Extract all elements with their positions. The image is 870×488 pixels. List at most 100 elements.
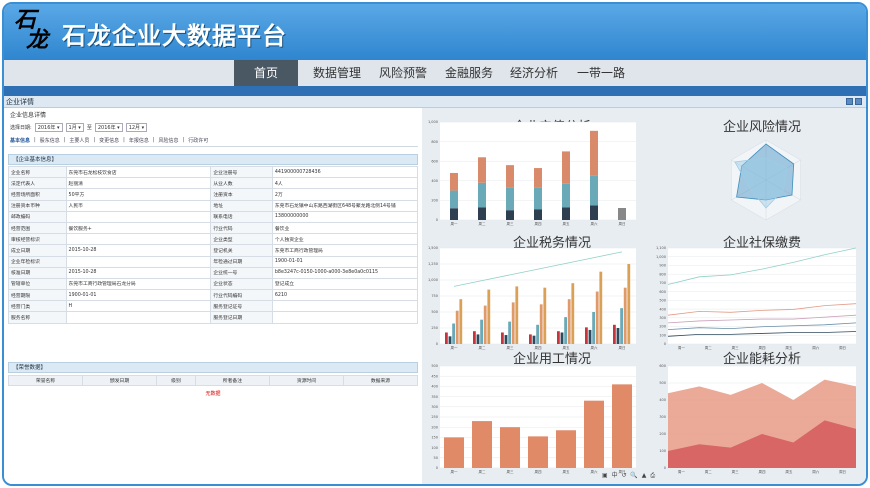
output-bar <box>478 157 486 183</box>
tab-annual-reports[interactable]: 年报信息 <box>129 137 149 144</box>
to-month-select[interactable]: 12月 ▾ <box>125 122 148 132</box>
info-value: 餐饮业 <box>271 221 419 235</box>
info-row: 经营期限 1900-01-01 行业代码编码 6210 <box>8 289 419 302</box>
labor-xtick: 周五 <box>563 469 571 474</box>
restore-icon[interactable] <box>846 98 853 105</box>
labor-ytick: 300 <box>431 405 438 409</box>
no-data-text: 无数据 <box>205 391 221 397</box>
info-label: 法定代表人 <box>8 177 67 190</box>
tax-bar <box>627 264 631 344</box>
tax-bar <box>623 287 627 344</box>
from-month-select[interactable]: 1月 ▾ <box>65 122 84 132</box>
social-xtick: 周一 <box>678 345 685 350</box>
labor-ytick: 0 <box>436 466 438 470</box>
info-value: 东莞市石龙镇中山东路西湖街区648号聚龙路北侧14号铺 <box>271 199 419 212</box>
tax-bar <box>445 332 448 344</box>
close-icon[interactable] <box>855 98 862 105</box>
from-year-select[interactable]: 2016年 ▾ <box>34 122 63 132</box>
social-ytick: 1,000 <box>656 255 666 259</box>
output-bar <box>506 187 514 211</box>
info-value: 1900-01-01 <box>65 289 212 302</box>
nav-risk-alert[interactable]: 风险预警 <box>372 60 434 86</box>
info-value: 13800000000 <box>271 210 419 223</box>
records-col-note: 所者备注 <box>194 375 270 386</box>
tab-shareholders[interactable]: 股东信息 <box>40 137 60 144</box>
info-row: 管辖单位 东莞市工商行政管理局石龙分局 企业状态 登记成立 <box>8 277 419 291</box>
info-row: 注册资本币种 人民币 地址 东莞市石龙镇中山东路西湖街区648号聚龙路北侧14号铺 <box>8 199 419 212</box>
tax-bar <box>543 287 547 344</box>
output-xtick: 周六 <box>591 221 599 226</box>
info-value <box>271 311 419 324</box>
info-label: 联系电话 <box>210 210 273 223</box>
info-row: 核准日期 2015-10-28 企业统一号 b8e3247c-0150-1000-a0… <box>8 266 419 279</box>
info-value: 餐饮服务+ <box>65 221 212 235</box>
energy-ytick: 600 <box>659 364 666 368</box>
nav-home[interactable]: 首页 <box>234 60 298 86</box>
tax-bar <box>480 319 483 344</box>
energy-xtick: 周二 <box>705 469 713 474</box>
info-value: 东莞市石龙松枝饮食店 <box>65 165 212 179</box>
info-label: 注册资本 <box>210 188 273 201</box>
info-label: 从业人数 <box>210 177 273 190</box>
info-label: 服务登记证号 <box>210 300 273 313</box>
tab-basic-info[interactable]: 基本信息 <box>10 137 30 144</box>
tax-bar <box>511 302 515 344</box>
labor-bar <box>472 421 492 468</box>
social-xtick: 周四 <box>759 345 767 350</box>
tax-bar <box>487 289 491 344</box>
tab-risk-info[interactable]: 风险信息 <box>159 137 179 144</box>
info-value: 东莞市工商行政管理局 <box>271 244 419 257</box>
to-year-select[interactable]: 2016年 ▾ <box>94 122 123 132</box>
tax-xtick: 周日 <box>619 345 626 350</box>
output-bar <box>478 182 486 208</box>
social-ytick: 300 <box>659 316 666 320</box>
info-value: 2万 <box>271 188 419 201</box>
nav-belt-road[interactable]: 一带一路 <box>570 60 632 86</box>
info-row: 企业年检标识 年检通过日期 1900-01-01 <box>8 255 419 268</box>
chart-toolbar-icons[interactable]: ▣ 中 ↺ 🔍 ▲ ⎙ <box>602 470 656 480</box>
tax-bar <box>620 308 623 344</box>
info-value <box>271 300 419 313</box>
labor-ytick: 400 <box>431 385 438 389</box>
tab-key-personnel[interactable]: 主要人员 <box>69 137 89 144</box>
info-value: 个人独资企业 <box>271 233 419 246</box>
labor-bar <box>612 384 632 468</box>
tax-bar <box>483 305 487 344</box>
labor-bar <box>584 400 604 468</box>
info-label: 企业类型 <box>210 233 273 246</box>
energy-xtick: 周五 <box>785 469 792 474</box>
social-ytick: 900 <box>659 264 666 268</box>
labor-xtick: 周四 <box>535 469 543 474</box>
labor-xtick: 周二 <box>479 469 487 474</box>
info-value: 2015-10-28 <box>65 266 212 279</box>
nav-economic-analysis[interactable]: 经济分析 <box>504 60 564 86</box>
labor-ytick: 250 <box>431 415 438 419</box>
tax-bar <box>557 331 560 344</box>
tax-bar <box>595 291 599 344</box>
energy-ytick: 100 <box>659 449 666 453</box>
records-section-title: 【荣誉数据】 <box>8 362 418 373</box>
output-bar <box>506 210 514 220</box>
nav-data-management[interactable]: 数据管理 <box>304 60 370 86</box>
output-bar <box>562 151 570 184</box>
output-ytick: 800 <box>431 140 438 144</box>
nav-financial-services[interactable]: 金融服务 <box>436 60 502 86</box>
energy-ytick: 300 <box>659 415 666 419</box>
info-row: 成立日期 2015-10-28 登记机关 东莞市工商行政管理局 <box>8 244 419 257</box>
social-xtick: 周日 <box>839 345 846 350</box>
output-xtick: 周二 <box>479 221 487 226</box>
date-filter: 选择日期: 2016年 ▾ 1月 ▾ 至 2016年 ▾ 12月 ▾ <box>10 122 148 132</box>
labor-ytick: 350 <box>431 395 438 399</box>
tab-licenses[interactable]: 行政许可 <box>188 137 208 144</box>
output-bar <box>562 207 570 220</box>
labor-ytick: 450 <box>431 374 438 378</box>
records-col-date: 颁发日期 <box>82 375 158 386</box>
tab-changes[interactable]: 变更信息 <box>99 137 119 144</box>
output-bar <box>450 208 458 220</box>
nav-divider <box>4 86 866 96</box>
info-value <box>65 233 212 246</box>
tax-ytick: 0 <box>436 342 438 346</box>
social-plot <box>668 248 856 344</box>
info-label: 行业代码 <box>210 221 273 235</box>
info-value: 6210 <box>271 289 419 302</box>
